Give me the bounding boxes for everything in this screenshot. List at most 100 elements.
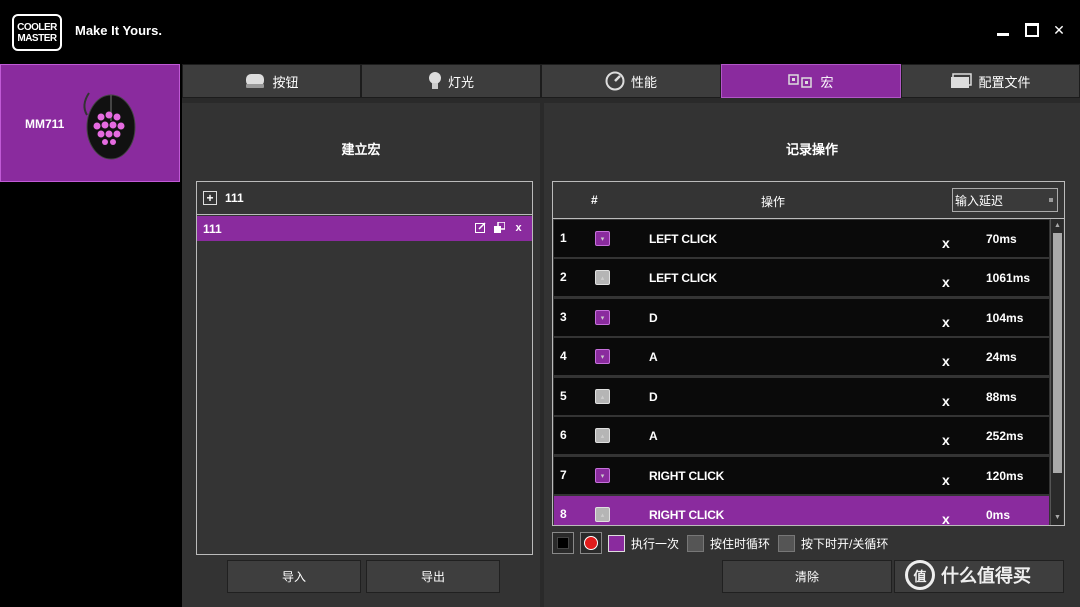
device-name: MM711 bbox=[25, 117, 65, 131]
record-actions-panel: 记录操作 # 操作 输入延迟 1 ▾ LEFT CLICK x 70ms 2 ▴… bbox=[544, 98, 1080, 607]
copy-icon[interactable] bbox=[494, 222, 505, 233]
macro-list: + 111 111 x bbox=[196, 181, 533, 555]
tab-bar: 按钮 灯光 性能 宏 配置文件 bbox=[182, 64, 1080, 98]
record-index: 1 bbox=[560, 231, 567, 245]
profile-icon bbox=[950, 73, 973, 89]
record-delay: 120ms bbox=[986, 469, 1024, 483]
macro-list-item[interactable]: 111 x bbox=[197, 216, 532, 241]
tab-profiles[interactable]: 配置文件 bbox=[901, 64, 1080, 98]
delete-record-icon[interactable]: x bbox=[942, 472, 950, 488]
tab-label: 宏 bbox=[820, 74, 834, 90]
record-action: LEFT CLICK bbox=[649, 271, 717, 285]
key-down-icon: ▾ bbox=[595, 468, 610, 483]
gauge-icon bbox=[605, 71, 625, 91]
delay-mode-select[interactable]: 输入延迟 bbox=[952, 188, 1058, 212]
tab-macro[interactable]: 宏 bbox=[721, 64, 901, 98]
macro-icon bbox=[788, 74, 814, 88]
delete-record-icon[interactable]: x bbox=[942, 432, 950, 448]
record-action: D bbox=[649, 311, 658, 325]
scroll-thumb[interactable] bbox=[1053, 233, 1062, 473]
run-once-checkbox[interactable] bbox=[608, 534, 625, 552]
delete-record-icon[interactable]: x bbox=[942, 353, 950, 369]
index-column-header: # bbox=[591, 193, 598, 207]
panel-title: 建立宏 bbox=[341, 142, 381, 157]
tab-label: 配置文件 bbox=[978, 74, 1031, 90]
import-button[interactable]: 导入 bbox=[227, 560, 361, 593]
clear-button[interactable]: 清除 bbox=[722, 560, 892, 593]
tab-buttons[interactable]: 按钮 bbox=[182, 64, 361, 98]
record-row[interactable]: 5 ▴ D x 88ms bbox=[554, 378, 1049, 415]
record-action: LEFT CLICK bbox=[649, 232, 717, 246]
add-macro-icon[interactable]: + bbox=[203, 191, 217, 205]
mouse-icon bbox=[244, 72, 266, 90]
record-action: D bbox=[649, 390, 658, 404]
scroll-down-icon[interactable]: ▼ bbox=[1052, 513, 1063, 523]
record-action: RIGHT CLICK bbox=[649, 508, 725, 522]
macro-name: 111 bbox=[203, 221, 222, 236]
cooler-master-logo: COOLER MASTER bbox=[12, 14, 62, 51]
edit-icon[interactable] bbox=[475, 222, 486, 233]
loop-while-held-label: 按住时循环 bbox=[710, 536, 771, 551]
watermark-text: 什么值得买 bbox=[941, 566, 1031, 586]
record-row[interactable]: 3 ▾ D x 104ms bbox=[554, 299, 1049, 336]
minimize-button[interactable] bbox=[995, 22, 1011, 38]
record-row[interactable]: 2 ▴ LEFT CLICK x 1061ms bbox=[554, 259, 1049, 296]
close-button[interactable]: ✕ bbox=[1051, 22, 1067, 38]
new-macro-name: 111 bbox=[225, 191, 244, 205]
record-delay: 70ms bbox=[986, 232, 1017, 246]
record-delay: 1061ms bbox=[986, 271, 1031, 285]
key-down-icon: ▾ bbox=[595, 310, 610, 325]
record-delay: 88ms bbox=[986, 390, 1017, 404]
light-bulb-icon bbox=[428, 71, 442, 91]
scroll-up-icon[interactable]: ▲ bbox=[1052, 221, 1063, 231]
record-index: 8 bbox=[560, 507, 567, 521]
tab-performance[interactable]: 性能 bbox=[541, 64, 721, 98]
record-table-header: # 操作 输入延迟 bbox=[553, 182, 1064, 219]
export-button[interactable]: 导出 bbox=[366, 560, 500, 593]
brand-line-1: COOLER bbox=[17, 21, 57, 33]
stop-icon bbox=[557, 537, 569, 549]
record-index: 2 bbox=[560, 270, 567, 284]
record-delay: 252ms bbox=[986, 429, 1024, 443]
key-up-icon: ▴ bbox=[595, 507, 610, 522]
record-table: # 操作 输入延迟 1 ▾ LEFT CLICK x 70ms 2 ▴ LEFT… bbox=[552, 181, 1065, 526]
record-row[interactable]: 4 ▾ A x 24ms bbox=[554, 338, 1049, 375]
record-button[interactable] bbox=[580, 532, 602, 554]
record-row[interactable]: 6 ▴ A x 252ms bbox=[554, 417, 1049, 454]
record-action: A bbox=[649, 429, 658, 443]
key-down-icon: ▾ bbox=[595, 231, 610, 246]
delete-record-icon[interactable]: x bbox=[942, 393, 950, 409]
record-index: 4 bbox=[560, 349, 567, 363]
toggle-loop-checkbox[interactable] bbox=[778, 534, 796, 552]
run-once-label: 执行一次 bbox=[631, 536, 680, 551]
delete-icon[interactable]: x bbox=[513, 222, 524, 234]
record-row[interactable]: 7 ▾ RIGHT CLICK x 120ms bbox=[554, 457, 1049, 494]
restore-button[interactable] bbox=[1024, 22, 1040, 38]
record-index: 5 bbox=[560, 389, 567, 403]
record-action: RIGHT CLICK bbox=[649, 469, 725, 483]
tab-label: 灯光 bbox=[447, 74, 474, 90]
record-action: A bbox=[649, 350, 658, 364]
record-delay: 0ms bbox=[986, 508, 1011, 522]
record-scrollbar[interactable]: ▲ ▼ bbox=[1050, 219, 1063, 525]
record-delay: 24ms bbox=[986, 350, 1017, 364]
delete-record-icon[interactable]: x bbox=[942, 235, 950, 251]
macro-controls: 执行一次 按住时循环 按下时开/关循环 bbox=[552, 532, 1072, 554]
mouse-image bbox=[83, 92, 136, 160]
watermark: 值 什么值得买 bbox=[905, 560, 1031, 590]
loop-while-held-checkbox[interactable] bbox=[687, 534, 705, 552]
toggle-loop-label: 按下时开/关循环 bbox=[801, 536, 889, 551]
delete-record-icon[interactable]: x bbox=[942, 511, 950, 525]
key-down-icon: ▾ bbox=[595, 349, 610, 364]
stop-button[interactable] bbox=[552, 532, 574, 554]
tab-label: 按钮 bbox=[272, 74, 299, 90]
record-row-selected[interactable]: 8 ▴ RIGHT CLICK x 0ms bbox=[554, 496, 1049, 525]
record-icon bbox=[584, 536, 598, 550]
record-row[interactable]: 1 ▾ LEFT CLICK x 70ms bbox=[554, 220, 1049, 257]
tab-lighting[interactable]: 灯光 bbox=[361, 64, 541, 98]
delete-record-icon[interactable]: x bbox=[942, 274, 950, 290]
watermark-badge: 值 bbox=[905, 560, 935, 590]
device-card-mm711[interactable]: MM711 bbox=[0, 64, 180, 182]
delete-record-icon[interactable]: x bbox=[942, 314, 950, 330]
new-macro-row[interactable]: + 111 bbox=[197, 182, 532, 215]
